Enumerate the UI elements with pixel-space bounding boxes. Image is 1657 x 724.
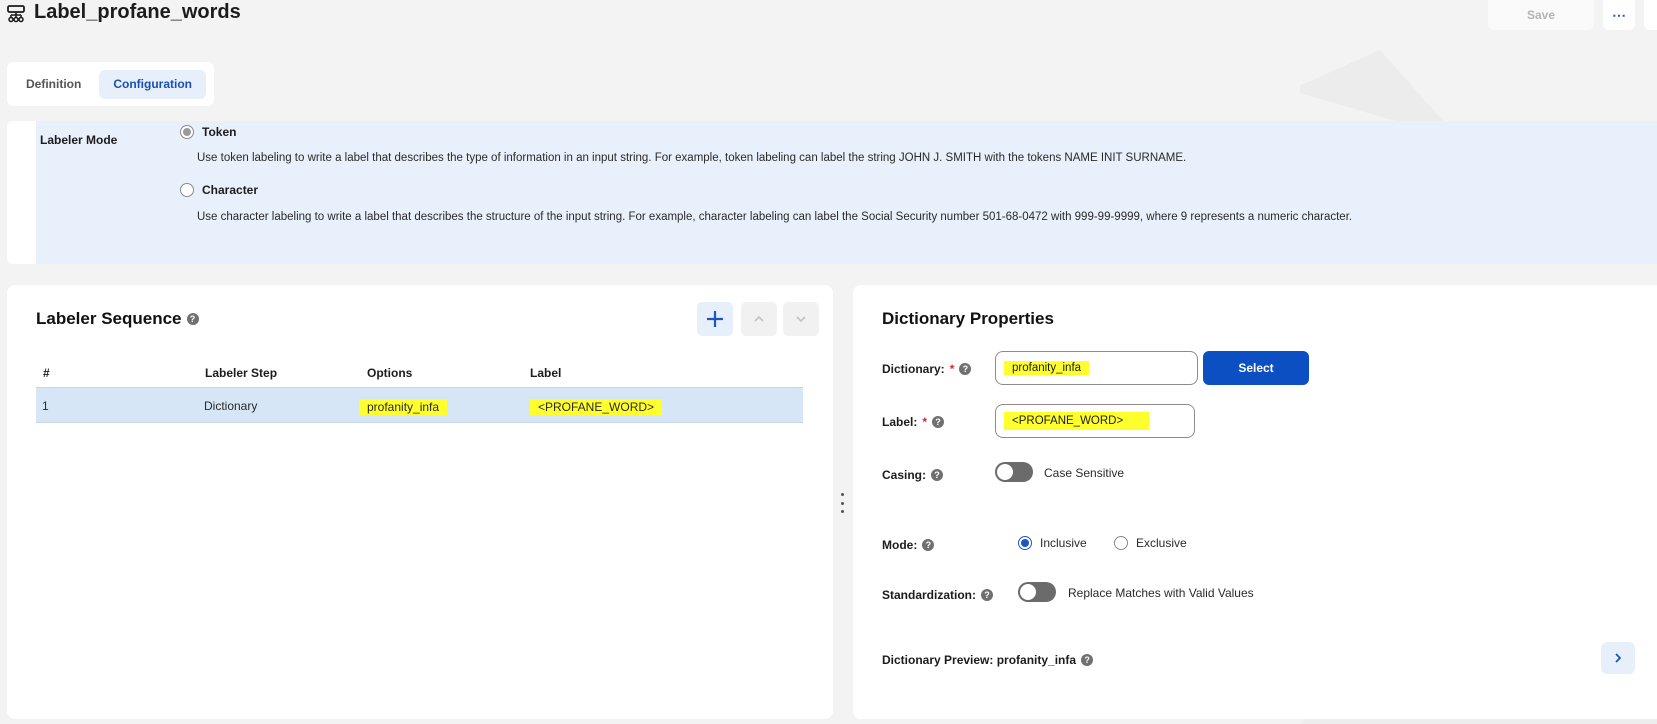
help-icon[interactable]: ? <box>932 416 945 428</box>
labeler-sequence-title: Labeler Sequence ? <box>36 309 199 329</box>
help-icon[interactable]: ? <box>1081 654 1094 666</box>
token-radio-label: Token <box>202 125 237 139</box>
tab-configuration[interactable]: Configuration <box>99 69 206 99</box>
dictionary-properties-title: Dictionary Properties <box>882 309 1054 328</box>
tab-bar: Definition Configuration <box>7 62 214 106</box>
page-title: Label_profane_words <box>34 1 241 23</box>
casing-field-label: Casing: ? <box>882 468 944 482</box>
token-description: Use token labeling to write a label that… <box>197 152 1187 164</box>
column-header-label: Label <box>530 366 562 380</box>
cell-label: <PROFANE_WORD> <box>530 399 663 415</box>
mode-field-label: Mode: ? <box>882 538 935 552</box>
chevron-up-icon <box>754 315 764 322</box>
character-radio[interactable] <box>180 183 194 197</box>
character-description: Use character labeling to write a label … <box>197 211 1353 223</box>
move-down-button[interactable] <box>783 302 819 336</box>
inclusive-option[interactable]: Inclusive <box>1018 536 1087 550</box>
standardization-label-text: Standardization: <box>882 588 977 602</box>
add-step-button[interactable] <box>697 302 733 336</box>
label-input[interactable]: <PROFANE_WORD> <box>995 404 1195 438</box>
column-header-options: Options <box>367 366 413 380</box>
table-row[interactable]: 1 Dictionary profanity_infa <PROFANE_WOR… <box>36 387 803 423</box>
required-mark: * <box>949 362 955 376</box>
label-input-value: <PROFANE_WORD> <box>1004 412 1150 430</box>
cell-options: profanity_infa <box>359 399 448 415</box>
help-icon[interactable]: ? <box>186 313 199 325</box>
help-icon[interactable]: ? <box>931 469 944 481</box>
character-radio-label: Character <box>202 183 259 197</box>
label-label-text: Label: <box>882 415 918 429</box>
dictionary-field-label: Dictionary: * ? <box>882 362 972 376</box>
labeler-app-icon <box>7 5 25 23</box>
exclusive-label: Exclusive <box>1136 536 1187 550</box>
replace-matches-toggle[interactable] <box>1018 582 1056 602</box>
expand-preview-button[interactable] <box>1601 642 1635 674</box>
panel-splitter-handle[interactable] <box>840 493 844 513</box>
exclusive-radio[interactable] <box>1114 536 1128 550</box>
case-sensitive-toggle[interactable] <box>995 462 1033 482</box>
dictionary-label-text: Dictionary: <box>882 362 945 376</box>
table-header: # Labeler Step Options Label <box>36 359 803 387</box>
move-up-button[interactable] <box>741 302 777 336</box>
case-sensitive-label: Case Sensitive <box>1044 466 1125 480</box>
mode-panel-edge <box>7 121 37 264</box>
required-mark: * <box>922 415 928 429</box>
token-radio[interactable] <box>180 125 194 139</box>
inclusive-label: Inclusive <box>1040 536 1087 550</box>
labeler-sequence-title-text: Labeler Sequence <box>36 309 182 328</box>
replace-matches-label: Replace Matches with Valid Values <box>1068 586 1254 600</box>
chevron-right-icon <box>1615 653 1622 663</box>
edge-button[interactable] <box>1644 0 1657 30</box>
cell-number: 1 <box>42 399 49 413</box>
casing-label-text: Casing: <box>882 468 927 482</box>
tab-definition[interactable]: Definition <box>12 70 95 99</box>
dictionary-preview-text: Dictionary Preview: profanity_infa <box>882 653 1077 667</box>
labeler-mode-panel: Labeler Mode Token Use token labeling to… <box>36 121 1657 264</box>
chevron-down-icon <box>796 316 806 323</box>
dictionary-input[interactable]: profanity_infa <box>995 351 1198 385</box>
dictionary-properties-card: Dictionary Properties Dictionary: * ? pr… <box>853 285 1657 719</box>
help-icon[interactable]: ? <box>922 539 935 551</box>
dictionary-preview-label: Dictionary Preview: profanity_infa ? <box>882 653 1094 667</box>
mode-label-text: Mode: <box>882 538 918 552</box>
select-dictionary-button[interactable]: Select <box>1203 351 1309 385</box>
labeler-mode-label: Labeler Mode <box>40 133 118 147</box>
exclusive-option[interactable]: Exclusive <box>1114 536 1187 550</box>
character-option[interactable]: Character <box>180 183 258 197</box>
column-header-number: # <box>43 366 50 380</box>
token-option[interactable]: Token <box>180 125 236 139</box>
standardization-field-label: Standardization: ? <box>882 588 994 602</box>
column-header-step: Labeler Step <box>205 366 278 380</box>
label-field-label: Label: * ? <box>882 415 945 429</box>
more-options-button[interactable]: ⋯ <box>1603 0 1635 30</box>
inclusive-radio[interactable] <box>1018 536 1032 550</box>
plus-icon <box>707 311 723 327</box>
save-button[interactable]: Save <box>1488 0 1594 30</box>
dictionary-input-value: profanity_infa <box>1004 361 1090 375</box>
help-icon[interactable]: ? <box>981 589 994 601</box>
cell-step: Dictionary <box>204 399 258 413</box>
help-icon[interactable]: ? <box>959 363 972 375</box>
labeler-sequence-card: Labeler Sequence ? # Labeler Step Option… <box>7 285 833 719</box>
